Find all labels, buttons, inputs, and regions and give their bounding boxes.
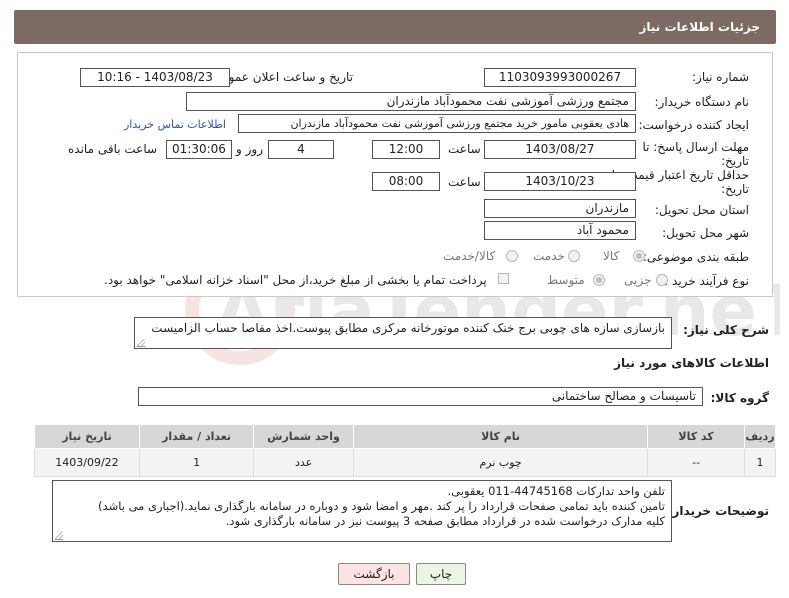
cell-date: 1403/09/22 bbox=[34, 448, 140, 477]
page-header: جزئیات اطلاعات نیاز bbox=[14, 10, 776, 44]
cell-row: 1 bbox=[743, 448, 777, 477]
goods-table: ردیف کد کالا نام کالا واحد شمارش تعداد /… bbox=[34, 424, 777, 477]
goods-group-label: گروه کالا: bbox=[710, 391, 769, 405]
table-row[interactable]: 1 -- چوب نرم عدد 1 1403/09/22 bbox=[34, 448, 777, 477]
cell-qty: 1 bbox=[138, 448, 255, 477]
remaining-time-field[interactable]: 01:30:06 bbox=[166, 140, 232, 159]
creator-field[interactable]: هادی یعقوبی مامور خرید مجتمع ورزشی آموزش… bbox=[238, 114, 636, 133]
cell-unit: عدد bbox=[253, 448, 354, 477]
buyer-notes-field[interactable]: تلفن واحد تدارکات 44745168-011 یعقوبی. ت… bbox=[52, 480, 672, 542]
col-header-row: ردیف bbox=[743, 424, 777, 449]
cell-code: -- bbox=[647, 448, 745, 477]
province-field[interactable]: مازندران bbox=[484, 199, 636, 218]
buyer-org-label: نام دستگاه خریدار: bbox=[654, 95, 750, 109]
process-radio-medium[interactable] bbox=[593, 274, 605, 286]
goods-table-header: ردیف کد کالا نام کالا واحد شمارش تعداد /… bbox=[34, 424, 777, 449]
col-header-name: نام کالا bbox=[352, 424, 649, 449]
col-header-qty: تعداد / مقدار bbox=[138, 424, 255, 449]
process-option-minor: جزیی bbox=[624, 273, 652, 287]
goods-group-field[interactable]: تاسیسات و مصالح ساختمانی bbox=[138, 387, 703, 406]
process-radio-minor[interactable] bbox=[656, 274, 668, 286]
cell-name: چوب نرم bbox=[352, 448, 649, 477]
category-radio-service[interactable] bbox=[568, 250, 580, 262]
creator-label: ایجاد کننده درخواست: bbox=[638, 118, 749, 132]
col-header-unit: واحد شمارش bbox=[253, 424, 354, 449]
deadline-label-date: تاریخ: bbox=[721, 154, 749, 168]
treasury-payment-checkbox[interactable] bbox=[498, 273, 509, 284]
process-option-medium: متوسط bbox=[547, 273, 585, 287]
deadline-label: مهلت ارسال پاسخ: تا bbox=[642, 140, 749, 154]
category-option-service: خدمت bbox=[533, 249, 565, 263]
validity-label-date: تاریخ: bbox=[721, 182, 749, 196]
description-text: بازسازی سازه های چوبی برج خنک کننده موتو… bbox=[151, 321, 665, 335]
buyer-notes-line: تلفن واحد تدارکات 44745168-011 یعقوبی. bbox=[447, 484, 666, 498]
announce-field[interactable]: 1403/08/23 - 10:16 bbox=[80, 68, 230, 87]
treasury-payment-note: پرداخت تمام یا بخشی از مبلغ خرید،از محل … bbox=[104, 273, 487, 287]
category-option-goods: کالا bbox=[603, 249, 620, 263]
deadline-date-field[interactable]: 1403/08/27 bbox=[484, 140, 636, 159]
remaining-label: ساعت باقی مانده bbox=[68, 142, 158, 156]
validity-date-field[interactable]: 1403/10/23 bbox=[484, 172, 636, 191]
validity-time-label: ساعت bbox=[448, 175, 481, 189]
deadline-time-label: ساعت bbox=[448, 142, 481, 156]
back-button[interactable]: بازگشت bbox=[338, 563, 410, 585]
buyer-notes-label: توضیحات خریدار: bbox=[667, 504, 769, 518]
city-label: شهر محل تحویل: bbox=[662, 226, 749, 240]
category-option-both: کالا/خدمت bbox=[443, 249, 496, 263]
category-radio-both[interactable] bbox=[506, 250, 518, 262]
process-label: نوع فرآیند خرید : bbox=[664, 274, 749, 288]
col-header-code: کد کالا bbox=[647, 424, 745, 449]
validity-time-field[interactable]: 08:00 bbox=[372, 172, 440, 191]
buyer-notes-line: تامین کننده باید تمامی صفحات قرارداد را … bbox=[98, 499, 665, 513]
goods-info-title: اطلاعات کالاهای مورد نیاز bbox=[614, 356, 769, 370]
city-field[interactable]: محمود آباد bbox=[484, 221, 636, 240]
need-number-field[interactable]: 1103093993000267 bbox=[484, 68, 636, 87]
province-label: استان محل تحویل: bbox=[654, 203, 749, 217]
print-button[interactable]: چاپ bbox=[416, 563, 466, 585]
buyer-contact-link[interactable]: اطلاعات تماس خریدار bbox=[124, 118, 226, 131]
days-field[interactable]: 4 bbox=[268, 140, 334, 159]
resize-handle-icon[interactable] bbox=[137, 339, 145, 347]
days-label: روز و bbox=[236, 142, 263, 156]
category-label: طبقه بندی موضوعی: bbox=[642, 250, 749, 264]
buyer-org-field[interactable]: مجتمع ورزشی آموزشی نفت محمودآباد مازندرا… bbox=[186, 92, 636, 111]
category-radio-goods[interactable] bbox=[633, 250, 645, 262]
need-number-label: شماره نیاز: bbox=[692, 70, 749, 84]
col-header-date: تاریخ نیاز bbox=[34, 424, 140, 449]
description-field[interactable]: بازسازی سازه های چوبی برج خنک کننده موتو… bbox=[134, 317, 672, 349]
resize-handle-icon[interactable] bbox=[55, 532, 63, 540]
page-title: جزئیات اطلاعات نیاز bbox=[639, 20, 760, 34]
deadline-time-field[interactable]: 12:00 bbox=[372, 140, 440, 159]
buyer-notes-line: کلیه مدارک درخواست شده در قرارداد مطابق … bbox=[225, 514, 665, 528]
description-label: شرح کلی نیاز: bbox=[683, 323, 769, 337]
